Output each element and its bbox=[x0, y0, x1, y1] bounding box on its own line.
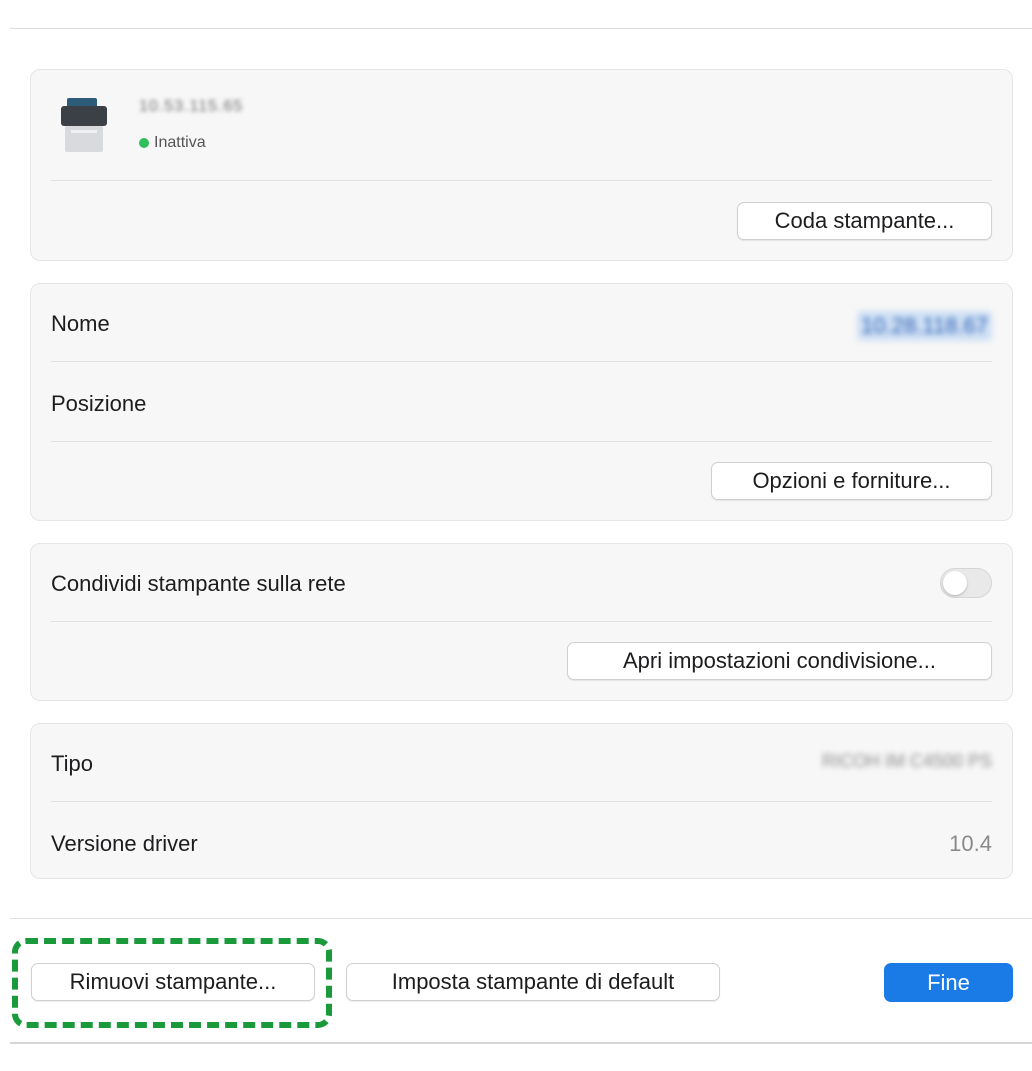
printer-info-card: Tipo RICOH IM C4500 PS Versione driver 1… bbox=[30, 723, 1013, 879]
done-button[interactable]: Fine bbox=[884, 963, 1013, 1002]
divider bbox=[51, 801, 992, 802]
printer-details-card: Nome 10.28.118.67 Posizione Opzioni e fo… bbox=[30, 283, 1013, 521]
footer-divider bbox=[10, 918, 1032, 919]
location-label: Posizione bbox=[51, 391, 147, 416]
driver-version-label: Versione driver bbox=[51, 831, 198, 856]
share-printer-toggle[interactable] bbox=[940, 568, 992, 598]
remove-button-highlight bbox=[12, 938, 332, 1028]
name-label: Nome bbox=[51, 311, 110, 336]
set-default-printer-button[interactable]: Imposta stampante di default bbox=[346, 963, 720, 1001]
bottom-divider bbox=[10, 1042, 1032, 1044]
status-text: Inattiva bbox=[154, 134, 206, 151]
share-printer-label: Condividi stampante sulla rete bbox=[51, 571, 346, 596]
printer-summary-card: 10.53.115.65 Inattiva Coda stampante... bbox=[30, 69, 1013, 261]
sharing-card: Condividi stampante sulla rete Apri impo… bbox=[30, 543, 1013, 701]
divider bbox=[51, 441, 992, 442]
printer-status: Inattiva bbox=[139, 134, 206, 152]
options-supplies-button[interactable]: Opzioni e forniture... bbox=[711, 462, 992, 500]
type-value: RICOH IM C4500 PS bbox=[821, 751, 992, 771]
divider bbox=[51, 361, 992, 362]
divider bbox=[51, 180, 992, 181]
driver-version-value: 10.4 bbox=[949, 831, 992, 856]
printer-queue-button[interactable]: Coda stampante... bbox=[737, 202, 992, 240]
printer-icon bbox=[61, 98, 107, 152]
printer-name: 10.53.115.65 bbox=[139, 98, 244, 115]
top-divider bbox=[10, 28, 1032, 29]
divider bbox=[51, 621, 992, 622]
toggle-knob bbox=[943, 571, 967, 595]
status-dot-icon bbox=[139, 138, 149, 148]
name-value[interactable]: 10.28.118.67 bbox=[857, 311, 992, 341]
open-sharing-settings-button[interactable]: Apri impostazioni condivisione... bbox=[567, 642, 992, 680]
type-label: Tipo bbox=[51, 751, 93, 776]
